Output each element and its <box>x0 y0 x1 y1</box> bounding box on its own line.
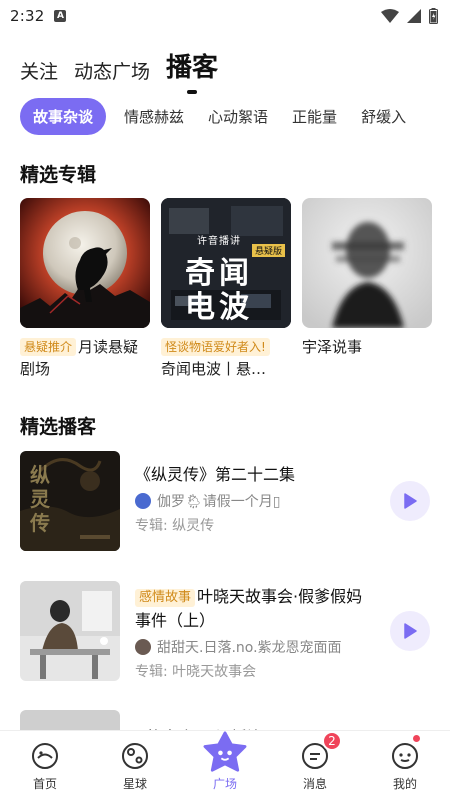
chip-emotion-hertz[interactable]: 情感赫兹 <box>118 99 190 134</box>
status-time: 2:32 <box>10 7 45 25</box>
nav-label: 我的 <box>392 777 417 791</box>
radio-studio-cover: 许音播讲 悬疑版 奇闻 电波 <box>161 198 291 328</box>
status-icons <box>381 8 438 24</box>
nav-label: 消息 <box>302 777 327 791</box>
podcast-author: 伽罗🌦请假一个月▯ <box>135 491 375 511</box>
podcast-cover: 纵灵传 <box>20 451 120 551</box>
battery-icon <box>429 8 438 24</box>
home-planet-icon <box>32 743 58 769</box>
nav-label: 星球 <box>122 777 147 791</box>
nav-profile[interactable]: 我的 <box>360 731 450 800</box>
album-tag: 悬疑推介 <box>20 338 77 356</box>
album-tag: 怪谈物语爱好者入! <box>161 338 270 356</box>
star-square-icon <box>203 731 247 772</box>
avatar <box>135 493 151 509</box>
podcast-album: 专辑: 纵灵传 <box>135 518 215 534</box>
nav-planet[interactable]: 星球 <box>90 731 180 800</box>
crow-moon-cover <box>20 198 150 328</box>
blurred-face-cover <box>302 198 432 328</box>
chip-positive-energy[interactable]: 正能量 <box>286 99 343 134</box>
cover-badge: 悬疑版 <box>251 244 285 257</box>
message-count-badge: 2 <box>322 731 342 751</box>
nav-square[interactable]: 广场 <box>180 731 270 800</box>
bottom-nav: 首页 星球 广场 消息 2 我的 <box>0 730 450 800</box>
chip-story-talk[interactable]: 故事杂谈 <box>20 97 107 135</box>
play-button[interactable] <box>390 481 430 521</box>
album-title: 奇闻电波丨悬… <box>161 360 267 378</box>
play-button[interactable] <box>390 611 430 651</box>
podcast-info: 感情故事 叶晓天故事会·假爹假妈事件（上） 甜甜天.日落.no.紫龙恩宠面面 专辑… <box>135 585 375 681</box>
podcast-author-name: 伽罗🌦请假一个月▯ <box>157 494 281 510</box>
podcast-album: 专辑: 叶晓天故事会 <box>135 664 257 680</box>
section-title-podcasts: 精选播客 <box>20 416 97 438</box>
section-title-albums: 精选专辑 <box>20 164 97 186</box>
play-icon <box>404 623 417 639</box>
podcast-tag: 感情故事 <box>135 589 196 607</box>
podcast-cover <box>20 581 120 681</box>
podcast-cover-text: 纵灵传 <box>30 463 50 535</box>
signal-icon <box>407 9 421 23</box>
status-bar: 2:32 A <box>0 0 450 32</box>
tab-follow[interactable]: 关注 <box>20 57 58 92</box>
album-title: 宇泽说事 <box>302 338 363 356</box>
podcast-item[interactable]: 感情故事 叶晓天故事会·假爹假妈事件（上） 甜甜天.日落.no.紫龙恩宠面面 专辑… <box>20 581 430 681</box>
nav-label: 广场 <box>212 777 237 791</box>
album-caption: 宇泽说事 <box>302 336 432 358</box>
podcast-title: 《纵灵传》第二十二集 <box>135 465 296 484</box>
nav-label: 首页 <box>32 777 57 791</box>
profile-icon <box>392 743 418 769</box>
album-card[interactable]: 悬疑推介 月读悬疑剧场 <box>20 198 150 380</box>
nav-messages[interactable]: 消息 2 <box>270 731 360 800</box>
wifi-icon <box>381 9 399 23</box>
play-icon <box>404 493 417 509</box>
cover-big-text-2: 电波 <box>185 290 253 325</box>
nav-home[interactable]: 首页 <box>0 731 90 800</box>
album-caption: 怪谈物语爱好者入! 奇闻电波丨悬… <box>161 336 291 380</box>
podcast-author-name: 甜甜天.日落.no.紫龙恩宠面面 <box>157 640 342 656</box>
podcast-info: 《纵灵传》第二十二集 伽罗🌦请假一个月▯ 专辑: 纵灵传 <box>135 451 375 551</box>
top-tabs: 关注 动态广场 播客 <box>20 44 218 92</box>
album-caption: 悬疑推介 月读悬疑剧场 <box>20 336 150 380</box>
notification-a-icon: A <box>54 10 67 22</box>
notification-dot <box>413 735 420 742</box>
podcast-title: 感情故事 叶晓天故事会·假爹假妈事件（上） <box>135 585 375 633</box>
album-carousel: 悬疑推介 月读悬疑剧场 许音播讲 悬疑版 奇闻 电波 怪谈物语爱好者入! 奇闻电波… <box>20 198 432 380</box>
album-card[interactable]: 宇泽说事 <box>302 198 432 380</box>
tab-podcast[interactable]: 播客 <box>166 47 218 92</box>
podcast-author: 甜甜天.日落.no.紫龙恩宠面面 <box>135 637 375 657</box>
avatar <box>135 639 151 655</box>
cover-small-text: 许音播讲 <box>197 236 241 247</box>
chip-soothing[interactable]: 舒缓入 <box>355 99 412 134</box>
chip-heart-whispers[interactable]: 心动絮语 <box>202 99 274 134</box>
album-card[interactable]: 许音播讲 悬疑版 奇闻 电波 怪谈物语爱好者入! 奇闻电波丨悬… <box>161 198 291 380</box>
tab-dynamic-square[interactable]: 动态广场 <box>74 57 150 92</box>
podcast-item[interactable]: 纵灵传 《纵灵传》第二十二集 伽罗🌦请假一个月▯ 专辑: 纵灵传 <box>20 451 430 551</box>
planet-icon <box>122 743 148 769</box>
category-chips: 故事杂谈 情感赫兹 心动絮语 正能量 舒缓入 <box>20 97 450 135</box>
